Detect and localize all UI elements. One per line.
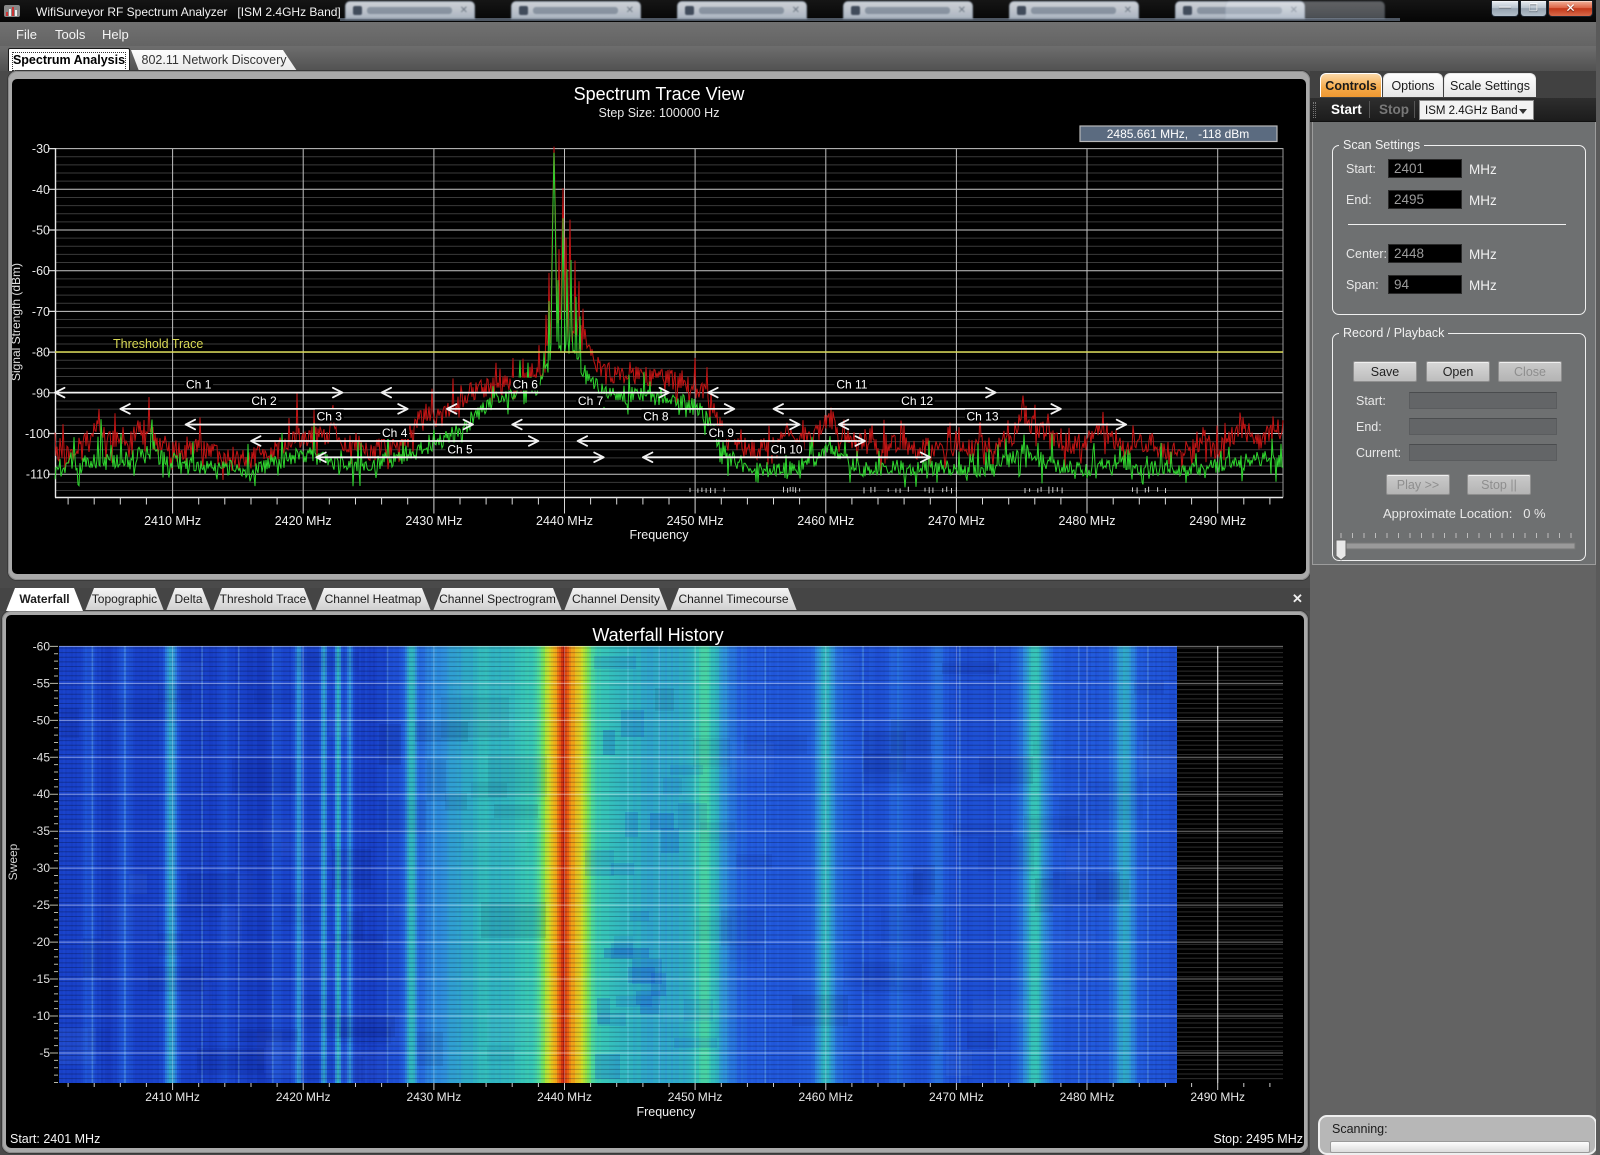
svg-text:2470 MHz: 2470 MHz <box>928 514 985 528</box>
svg-text:Ch 1: Ch 1 <box>186 378 212 392</box>
svg-text:Signal Strength (dBm): Signal Strength (dBm) <box>12 263 23 381</box>
svg-text:2490 MHz: 2490 MHz <box>1190 1090 1245 1104</box>
svg-text:-40: -40 <box>32 183 50 197</box>
svg-text:Frequency: Frequency <box>636 1105 696 1119</box>
svg-text:Frequency: Frequency <box>629 528 689 542</box>
svg-text:2440 MHz: 2440 MHz <box>537 1090 592 1104</box>
svg-text:Stop: 2495 MHz: Stop: 2495 MHz <box>1213 1132 1303 1146</box>
svg-text:-30: -30 <box>33 861 51 875</box>
svg-text:2470 MHz: 2470 MHz <box>929 1090 984 1104</box>
svg-text:2480 MHz: 2480 MHz <box>1060 1090 1115 1104</box>
svg-text:-30: -30 <box>32 142 50 156</box>
svg-text:Ch 6: Ch 6 <box>513 378 539 392</box>
svg-text:2410 MHz: 2410 MHz <box>145 1090 200 1104</box>
svg-text:-35: -35 <box>33 824 51 838</box>
svg-text:-60: -60 <box>32 264 50 278</box>
svg-text:-15: -15 <box>33 972 51 986</box>
svg-text:Waterfall History: Waterfall History <box>592 625 723 645</box>
svg-text:2410 MHz: 2410 MHz <box>144 514 201 528</box>
svg-text:Ch 13: Ch 13 <box>966 410 998 424</box>
svg-text:-70: -70 <box>32 305 50 319</box>
svg-text:-50: -50 <box>32 224 50 238</box>
svg-text:-90: -90 <box>32 386 50 400</box>
svg-text:2430 MHz: 2430 MHz <box>407 1090 462 1104</box>
svg-text:-10: -10 <box>33 1009 51 1023</box>
svg-text:Threshold Trace: Threshold Trace <box>113 337 203 351</box>
svg-text:-5: -5 <box>39 1046 50 1060</box>
svg-text:Ch 5: Ch 5 <box>447 442 473 456</box>
svg-text:2460 MHz: 2460 MHz <box>798 1090 853 1104</box>
svg-text:Ch 4: Ch 4 <box>382 426 408 440</box>
svg-text:-20: -20 <box>33 935 51 949</box>
svg-text:Spectrum Trace View: Spectrum Trace View <box>574 84 746 104</box>
svg-text:2430 MHz: 2430 MHz <box>405 514 462 528</box>
svg-text:2480 MHz: 2480 MHz <box>1059 514 1116 528</box>
svg-text:Ch 3: Ch 3 <box>317 410 343 424</box>
svg-text:Ch 2: Ch 2 <box>251 394 277 408</box>
svg-text:2420 MHz: 2420 MHz <box>276 1090 331 1104</box>
svg-text:-60: -60 <box>33 639 51 653</box>
svg-text:-50: -50 <box>33 713 51 727</box>
svg-text:2485.661 MHz, -118 dBm: 2485.661 MHz, -118 dBm <box>1107 127 1250 141</box>
svg-text:Ch 11: Ch 11 <box>836 378 867 392</box>
svg-text:2450 MHz: 2450 MHz <box>668 1090 723 1104</box>
svg-text:2490 MHz: 2490 MHz <box>1189 514 1246 528</box>
svg-text:Start: 2401 MHz: Start: 2401 MHz <box>10 1132 100 1146</box>
svg-text:-100: -100 <box>25 427 50 441</box>
svg-text:Ch 12: Ch 12 <box>901 394 933 408</box>
svg-text:2440 MHz: 2440 MHz <box>536 514 593 528</box>
svg-text:Sweep: Sweep <box>6 843 20 880</box>
svg-text:-25: -25 <box>33 898 51 912</box>
svg-text:-110: -110 <box>26 468 50 482</box>
svg-text:Step Size: 100000 Hz: Step Size: 100000 Hz <box>599 106 720 120</box>
svg-text:-80: -80 <box>32 346 50 360</box>
svg-text:Ch 7: Ch 7 <box>578 394 604 408</box>
svg-text:-40: -40 <box>33 787 51 801</box>
svg-text:2460 MHz: 2460 MHz <box>797 514 854 528</box>
svg-text:2420 MHz: 2420 MHz <box>275 514 332 528</box>
svg-text:-55: -55 <box>33 676 51 690</box>
svg-text:-45: -45 <box>33 750 51 764</box>
svg-text:Ch 9: Ch 9 <box>709 426 735 440</box>
svg-text:2450 MHz: 2450 MHz <box>667 514 724 528</box>
svg-text:Ch 10: Ch 10 <box>771 442 803 456</box>
svg-text:Ch 8: Ch 8 <box>643 410 669 424</box>
